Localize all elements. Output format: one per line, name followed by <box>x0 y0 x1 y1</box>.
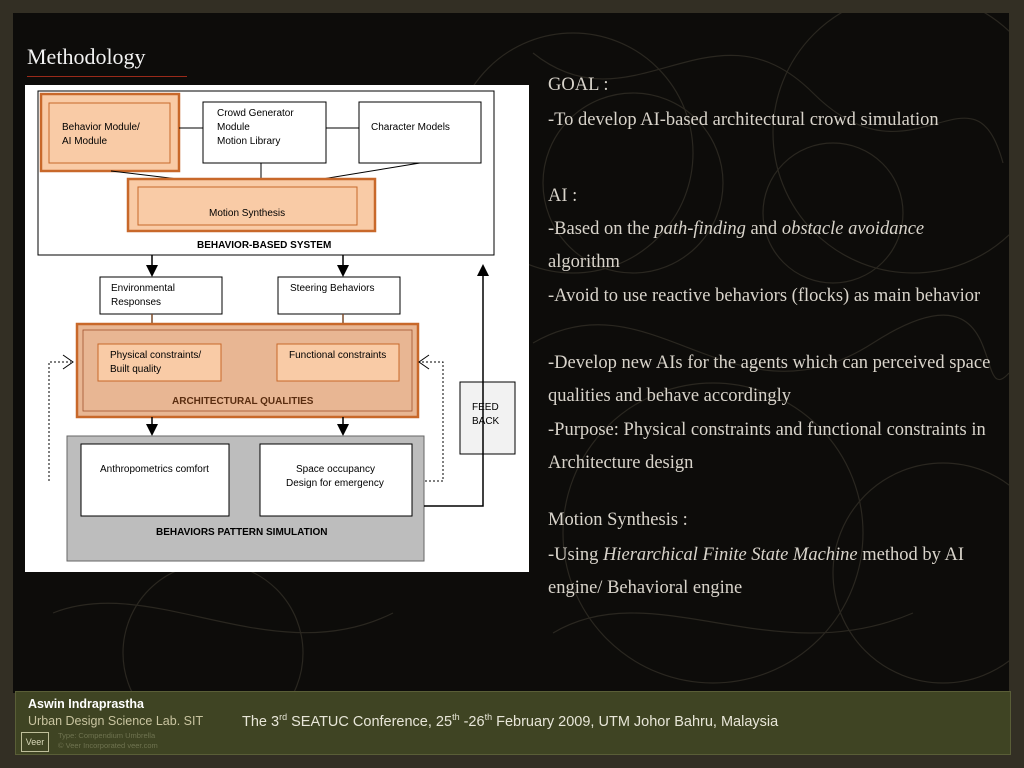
watermark-line-2: © Veer Incorporated veer.com <box>58 741 158 750</box>
footer-bar: Aswin Indraprastha Urban Design Science … <box>15 691 1011 755</box>
diagram-canvas: Behavior Module/ AI Module Crowd Generat… <box>37 90 516 562</box>
motion-pre: -Using <box>548 545 603 565</box>
space-occupancy-text-2: Design for emergency <box>286 478 384 489</box>
ai-line-2: -Avoid to use reactive behaviors (flocks… <box>548 286 981 306</box>
environmental-responses-text-1: Environmental <box>111 283 175 294</box>
physical-constraints-text-2: Built quality <box>110 364 161 375</box>
ai-line-1-pre: -Based on the <box>548 219 655 239</box>
anthropometrics-box <box>80 443 230 517</box>
feedback-text-2: BACK <box>472 416 500 427</box>
functional-constraints-text: Functional constraints <box>289 350 386 361</box>
character-models-text: Character Models <box>371 122 450 133</box>
ai-line-1-em1: path-finding <box>654 219 746 239</box>
motion-synthesis-text: Motion Synthesis <box>209 208 285 219</box>
architectural-qualities-label: ARCHITECTURAL QUALITIES <box>172 396 314 407</box>
ai-line-4: -Purpose: Physical constraints and funct… <box>548 420 986 473</box>
behavior-module-text-1: Behavior Module/ <box>62 122 140 133</box>
anthropometrics-text: Anthropometrics comfort <box>100 464 209 475</box>
conf-sup-3: th <box>484 712 493 722</box>
space-occupancy-text-1: Space occupancy <box>296 464 375 475</box>
watermark: Type: Compendium Umbrella © Veer Incorpor… <box>58 731 158 751</box>
ai-line-1-post: algorithm <box>548 252 620 272</box>
conf-pre: The 3 <box>242 714 280 730</box>
ai-line-3: -Develop new AIs for the agents which ca… <box>548 353 991 406</box>
methodology-diagram: Behavior Module/ AI Module Crowd Generat… <box>25 85 529 572</box>
crowd-generator-text-1: Crowd Generator <box>217 108 294 119</box>
motion-heading: Motion Synthesis : <box>548 510 688 530</box>
lab-name: Urban Design Science Lab. SIT <box>28 714 204 728</box>
slide: Methodology Behavior Module/ AI Module C… <box>0 0 1024 768</box>
goal-text: -To develop AI-based architectural crowd… <box>548 110 939 130</box>
ai-line-1-mid: and <box>745 219 782 239</box>
steering-behaviors-text: Steering Behaviors <box>290 283 375 294</box>
behavior-based-system-label: BEHAVIOR-BASED SYSTEM <box>197 240 331 251</box>
conf-sup-2: th <box>452 712 460 722</box>
ai-line-1: -Based on the path-finding and obstacle … <box>548 213 998 279</box>
ai-line-1-em2: obstacle avoidance <box>781 219 925 239</box>
conf-mid-1: SEATUC Conference, 25 <box>287 714 453 730</box>
watermark-line-1: Type: Compendium Umbrella <box>58 731 156 740</box>
ai-heading: AI : <box>548 186 578 206</box>
veer-logo: Veer <box>21 732 49 752</box>
author-name: Aswin Indraprastha <box>28 697 144 711</box>
goal-heading: GOAL : <box>548 75 609 95</box>
conference-info: The 3rd SEATUC Conference, 25th -26th Fe… <box>242 712 778 730</box>
title-underline <box>27 76 187 77</box>
feedback-text-1: FEED <box>472 402 499 413</box>
conf-mid-2: -26 <box>459 714 485 730</box>
behaviors-pattern-label: BEHAVIORS PATTERN SIMULATION <box>156 527 327 538</box>
crowd-generator-text-2: Module <box>217 122 250 133</box>
page-title: Methodology <box>27 44 146 69</box>
crowd-generator-text-3: Motion Library <box>217 136 280 147</box>
conf-sup-1: rd <box>279 712 288 722</box>
conf-post: February 2009, UTM Johor Bahru, Malaysia <box>492 714 779 730</box>
motion-text: -Using Hierarchical Finite State Machine… <box>548 539 998 605</box>
motion-em: Hierarchical Finite State Machine <box>603 545 858 565</box>
behavior-module-text-2: AI Module <box>62 136 107 147</box>
environmental-responses-text-2: Responses <box>111 297 161 308</box>
physical-constraints-text-1: Physical constraints/ <box>110 350 201 361</box>
